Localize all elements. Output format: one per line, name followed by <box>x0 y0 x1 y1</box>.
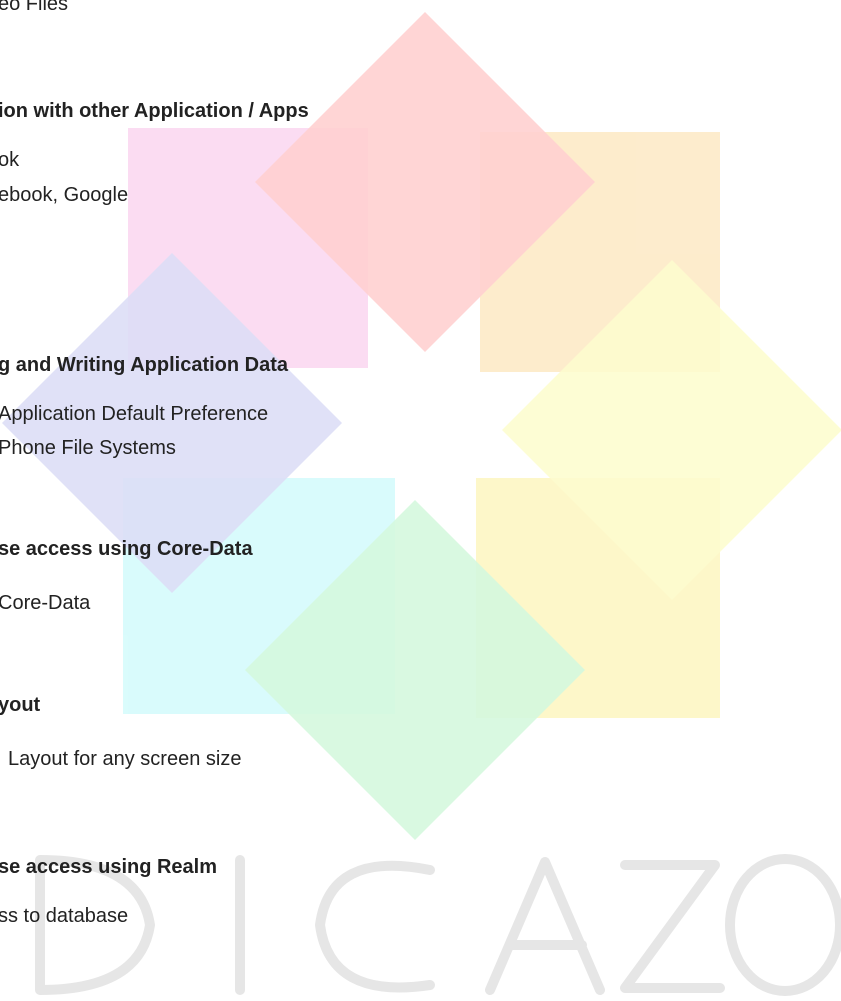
text-line: Phone File Systems <box>0 437 176 459</box>
section-heading: se access using Realm <box>0 856 218 878</box>
text-line: eo Files <box>0 0 69 15</box>
document-content: eo Files ion with other Application / Ap… <box>0 0 841 1001</box>
section-heading: se access using Core-Data <box>0 538 253 560</box>
text-line: ss to database <box>0 905 129 927</box>
section-heading: yout <box>0 694 41 716</box>
section-heading: ion with other Application / Apps <box>0 100 309 122</box>
text-line: ok <box>0 149 20 171</box>
text-line: Core-Data <box>0 592 91 614</box>
section-heading: g and Writing Application Data <box>0 354 288 376</box>
text-line: ebook, Google <box>0 184 129 206</box>
text-line: Layout for any screen size <box>8 748 242 770</box>
text-line: Application Default Preference <box>0 403 269 425</box>
